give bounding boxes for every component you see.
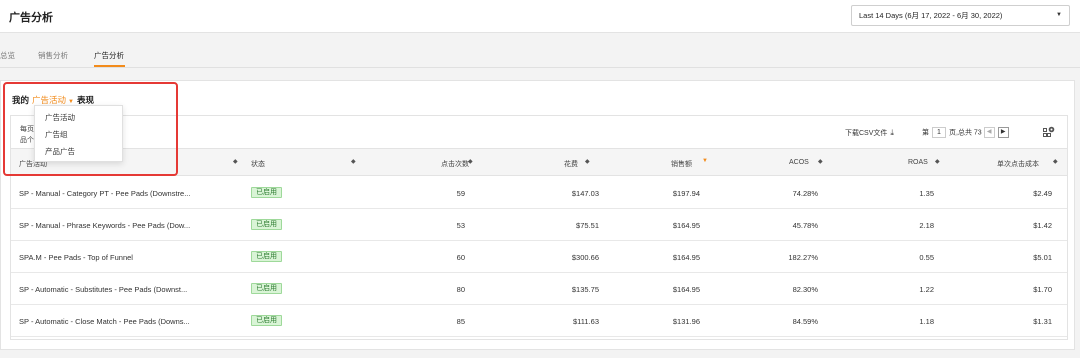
header-spend[interactable]: 花费 [564, 159, 578, 169]
next-page-button[interactable]: ▶ [997, 127, 1009, 138]
status-badge: 已启用 [251, 219, 282, 230]
campaign-name[interactable]: SP - Manual - Phrase Keywords - Pee Pads… [19, 221, 190, 230]
pagination: 第 1 页,总共 73 ◀ ▶ [922, 127, 1009, 139]
sales-value: $164.95 [672, 285, 700, 294]
header-status[interactable]: 状态 [251, 159, 265, 169]
cpc-value: $2.49 [1033, 189, 1052, 198]
table-row: SP - Manual - Category PT - Pee Pads (Do… [11, 177, 1067, 209]
sales-value: $131.96 [672, 317, 700, 326]
page-title: 广告分析 [9, 12, 53, 24]
cpc-value: $5.01 [1033, 253, 1052, 262]
download-csv-label: 下载CSV文件 [845, 130, 888, 137]
acos-value: 182.27% [788, 253, 818, 262]
top-bar: 广告分析 Last 14 Days (6月 17, 2022 - 6月 30, … [0, 0, 1080, 33]
sort-icon[interactable]: ◆ [468, 158, 473, 165]
campaign-name[interactable]: SPA.M - Pee Pads - Top of Funnel [19, 253, 133, 262]
header-roas[interactable]: ROAS [908, 159, 928, 166]
roas-value: 1.35 [919, 189, 934, 198]
table-row: SP - Automatic - Substitutes - Pee Pads … [11, 273, 1067, 305]
acos-value: 45.78% [792, 221, 818, 230]
tab-ad-analysis[interactable]: 广告分析 [94, 50, 124, 61]
clicks-value: 53 [456, 221, 465, 230]
campaign-name[interactable]: SP - Automatic - Close Match - Pee Pads … [19, 317, 190, 326]
page-prefix: 第 [922, 129, 929, 137]
clicks-value: 60 [456, 253, 465, 262]
cpc-value: $1.31 [1033, 317, 1052, 326]
date-range-select[interactable]: Last 14 Days (6月 17, 2022 - 6月 30, 2022)… [851, 5, 1070, 26]
status-badge: 已启用 [251, 315, 282, 326]
active-tab-indicator [94, 65, 125, 67]
status-badge: 已启用 [251, 251, 282, 262]
sort-icon[interactable]: ◆ [233, 158, 238, 165]
spend-value: $135.75 [571, 285, 599, 294]
cpc-value: $1.70 [1033, 285, 1052, 294]
spend-value: $300.66 [571, 253, 599, 262]
header-cpc[interactable]: 单次点击成本 [997, 159, 1039, 169]
sort-icon[interactable]: ◆ [1053, 158, 1058, 165]
header-sales[interactable]: 销售额 [671, 159, 692, 169]
date-range-value: Last 14 Days (6月 17, 2022 - 6月 30, 2022) [859, 11, 1003, 20]
roas-value: 2.18 [919, 221, 934, 230]
download-csv-button[interactable]: 下载CSV文件 ⤓ [845, 128, 894, 138]
table-row: SP - Manual - Phrase Keywords - Pee Pads… [11, 209, 1067, 241]
campaign-name[interactable]: SP - Manual - Category PT - Pee Pads (Do… [19, 189, 190, 198]
sales-value: $197.94 [672, 189, 700, 198]
spend-value: $75.51 [576, 221, 599, 230]
acos-value: 82.30% [792, 285, 818, 294]
sort-icon[interactable]: ◆ [818, 158, 823, 165]
page-total: 页,总共 73 [949, 129, 982, 137]
page-number-input[interactable]: 1 [932, 127, 946, 139]
tab-sales-analysis[interactable]: 销售分析 [38, 50, 68, 61]
column-settings-icon[interactable] [1043, 126, 1055, 138]
acos-value: 84.59% [792, 317, 818, 326]
sort-desc-icon[interactable]: ▼ [702, 158, 708, 164]
sort-icon[interactable]: ◆ [585, 158, 590, 165]
acos-value: 74.28% [792, 189, 818, 198]
spend-value: $111.63 [573, 317, 599, 326]
header-clicks[interactable]: 点击次数 [441, 159, 469, 169]
sort-icon[interactable]: ◆ [935, 158, 940, 165]
spend-value: $147.03 [571, 189, 599, 198]
roas-value: 0.55 [919, 253, 934, 262]
status-badge: 已启用 [251, 283, 282, 294]
cpc-value: $1.42 [1033, 221, 1052, 230]
clicks-value: 85 [456, 317, 465, 326]
tab-bar: 总览 销售分析 广告分析 [0, 42, 1080, 68]
tab-overview[interactable]: 总览 [0, 50, 15, 61]
roas-value: 1.22 [919, 285, 934, 294]
table-row: SP - Automatic - Close Match - Pee Pads … [11, 305, 1067, 337]
status-badge: 已启用 [251, 187, 282, 198]
chevron-down-icon: ▼ [1056, 12, 1062, 18]
clicks-value: 59 [456, 189, 465, 198]
sales-value: $164.95 [672, 221, 700, 230]
header-acos[interactable]: ACOS [789, 159, 809, 166]
clicks-value: 80 [456, 285, 465, 294]
annotation-highlight-box [3, 82, 178, 176]
sales-value: $164.95 [672, 253, 700, 262]
campaign-name[interactable]: SP - Automatic - Substitutes - Pee Pads … [19, 285, 187, 294]
download-icon: ⤓ [890, 128, 894, 137]
roas-value: 1.18 [919, 317, 934, 326]
table-row: SPA.M - Pee Pads - Top of Funnel 已启用 60 … [11, 241, 1067, 273]
prev-page-button[interactable]: ◀ [983, 127, 995, 138]
sort-icon[interactable]: ◆ [351, 158, 356, 165]
